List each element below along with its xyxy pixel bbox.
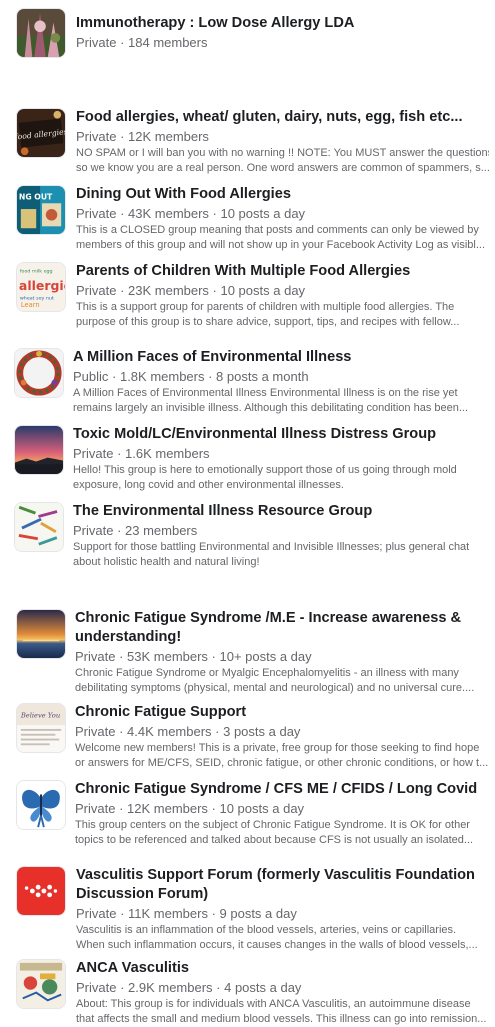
group-thumbnail[interactable]: food milk egg allergie wheat soy nut Lea… — [16, 262, 66, 312]
group-meta: Private · 2.9K members · 4 posts a day — [76, 980, 302, 995]
svg-text:Believe You: Believe You — [20, 711, 60, 719]
group-thumbnail[interactable]: NG OUT — [16, 185, 66, 235]
group-description: Chronic Fatigue Syndrome or Myalgic Ence… — [75, 667, 475, 694]
group-description: This is a support group for parents of c… — [76, 301, 460, 328]
group-name[interactable]: The Environmental Illness Resource Group — [73, 502, 489, 521]
group-description: A Million Faces of Environmental Illness… — [73, 387, 469, 414]
group-name[interactable]: Toxic Mold/LC/Environmental Illness Dist… — [73, 425, 489, 444]
group-meta: Private · 11K members · 9 posts a day — [76, 906, 297, 921]
group-name[interactable]: Chronic Fatigue Syndrome /M.E - Increase… — [75, 609, 489, 647]
group-thumbnail[interactable] — [14, 348, 64, 398]
group-thumbnail[interactable] — [14, 502, 64, 552]
group-description: This group centers on the subject of Chr… — [75, 819, 474, 846]
group-name[interactable]: Parents of Children With Multiple Food A… — [76, 262, 489, 281]
group-thumbnail[interactable] — [16, 609, 66, 659]
group-description: Vasculitis is an inflammation of the blo… — [76, 924, 478, 951]
group-meta: Private · 23K members · 10 posts a day — [76, 283, 306, 298]
svg-text:NG OUT: NG OUT — [19, 192, 53, 201]
group-description: Hello! This group is here to emotionally… — [73, 464, 457, 491]
group-name[interactable]: Food allergies, wheat/ gluten, dairy, nu… — [76, 108, 489, 127]
group-name[interactable]: Immunotherapy : Low Dose Allergy LDA — [76, 14, 489, 33]
group-thumbnail[interactable] — [16, 866, 66, 916]
svg-text:food milk egg: food milk egg — [20, 269, 53, 275]
group-meta: Private · 1.6K members — [73, 446, 210, 461]
group-description: About: This group is for individuals wit… — [76, 998, 487, 1025]
group-item[interactable]: ANCA Vasculitis Private · 2.9K members ·… — [0, 0, 495, 1025]
group-meta: Private · 12K members · 10 posts a day — [75, 801, 305, 816]
group-description: NO SPAM or I will ban you with no warnin… — [76, 147, 489, 174]
group-name[interactable]: Chronic Fatigue Syndrome / CFS ME / CFID… — [75, 780, 489, 799]
group-name[interactable]: Dining Out With Food Allergies — [76, 185, 489, 204]
group-name[interactable]: A Million Faces of Environmental Illness — [73, 348, 489, 367]
group-meta: Public · 1.8K members · 8 posts a month — [73, 369, 309, 384]
group-name[interactable]: Vasculitis Support Forum (formerly Vascu… — [76, 866, 489, 904]
group-name[interactable]: ANCA Vasculitis — [76, 959, 489, 978]
group-meta: Private · 43K members · 10 posts a day — [76, 206, 306, 221]
group-description: Support for those battling Environmental… — [73, 541, 470, 568]
group-thumbnail[interactable]: Believe You — [16, 703, 66, 753]
group-description: Welcome new members! This is a private, … — [75, 742, 489, 769]
group-meta: Private · 12K members — [76, 129, 209, 144]
group-thumbnail[interactable]: food allergies — [16, 108, 66, 158]
svg-text:Learn: Learn — [21, 301, 40, 309]
group-thumbnail[interactable] — [16, 8, 66, 58]
group-description: This is a CLOSED group meaning that post… — [76, 224, 486, 251]
group-meta: Private · 4.4K members · 3 posts a day — [75, 724, 301, 739]
svg-text:allergie: allergie — [19, 278, 65, 293]
group-thumbnail[interactable] — [16, 780, 66, 830]
group-meta: Private · 184 members — [76, 35, 208, 50]
group-meta: Private · 53K members · 10+ posts a day — [75, 649, 312, 664]
group-name[interactable]: Chronic Fatigue Support — [75, 703, 489, 722]
group-thumbnail[interactable] — [14, 425, 64, 475]
group-meta: Private · 23 members — [73, 523, 198, 538]
group-thumbnail[interactable] — [16, 959, 66, 1009]
